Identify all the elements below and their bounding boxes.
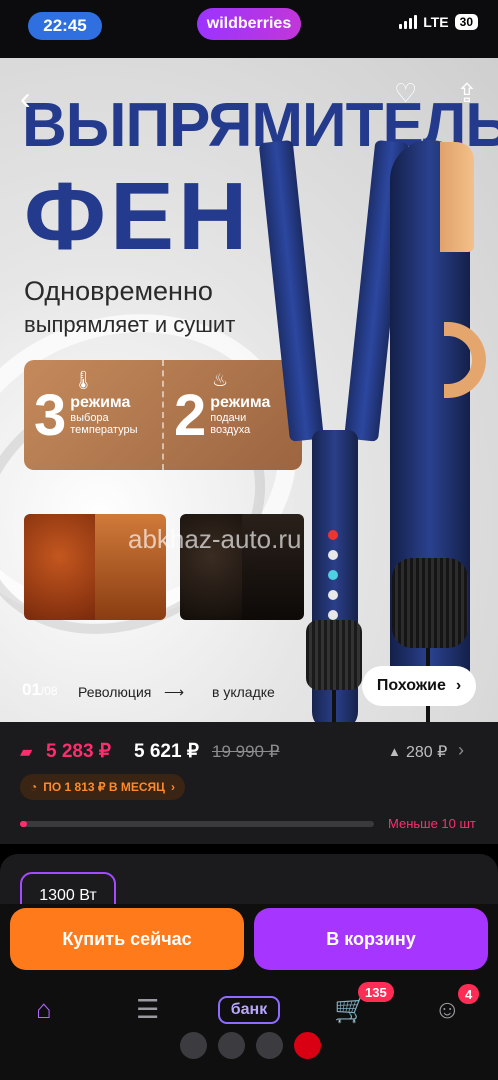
pager-current: 01: [22, 680, 41, 699]
product-gallery[interactable]: ВЫПРЯМИТЕЛЬ ФЕН Одновременно выпрямляет …: [0, 58, 498, 722]
price-old: 19 990 ₽: [212, 742, 280, 761]
hero-subtitle-line2: выпрямляет и сушит: [24, 312, 236, 337]
section-divider: [0, 844, 498, 854]
record-dot[interactable]: [294, 1032, 321, 1059]
dryer-accent: [444, 322, 486, 398]
straightener-product-image: [258, 139, 410, 722]
mode-desc: выбора: [70, 412, 109, 424]
pager-total: /08: [40, 684, 58, 698]
chevron-right-icon: ›: [170, 780, 175, 794]
control-dot[interactable]: [218, 1032, 245, 1059]
bank-tab[interactable]: банк: [218, 996, 280, 1024]
installment-badge[interactable]: ◔ ПО 1 813 ₽ В МЕСЯЦ ›: [20, 774, 185, 800]
mode-temperature: 🌡 3 режима выбора температуры: [24, 360, 162, 470]
pie-icon: ◔: [30, 780, 38, 794]
brand-logo: wildberries: [197, 8, 301, 40]
stock-progress-fill: [20, 821, 28, 827]
add-to-cart-button[interactable]: В корзину: [254, 908, 488, 970]
installment-label: ПО 1 813 ₽ В МЕСЯЦ: [43, 780, 165, 794]
buy-now-button[interactable]: Купить сейчас: [10, 908, 244, 970]
mode-desc: температуры: [70, 424, 138, 436]
control-dot[interactable]: [256, 1032, 283, 1059]
dryer-accent: [440, 142, 474, 252]
similar-label: Похожие: [376, 677, 446, 694]
price-rise[interactable]: 280 ₽: [406, 742, 447, 762]
price-section: ▰ 5 283 ₽ 5 621 ₽ 19 990 ₽ ▲ 280 ₽ › ◔ П…: [0, 722, 498, 844]
network-type: LTE: [423, 14, 449, 30]
control-dot[interactable]: [180, 1032, 207, 1059]
action-bar: Купить сейчас В корзину: [0, 904, 498, 984]
chevron-right-icon: ›: [455, 677, 462, 694]
mode-count: 3: [34, 382, 67, 448]
screen-recorder-controls: [180, 1032, 321, 1059]
wallet-icon: ▰: [20, 744, 33, 761]
price-alt: 5 621 ₽: [134, 741, 199, 762]
hero-title-line2: ФЕН: [24, 163, 252, 270]
stock-progress: [20, 821, 374, 827]
favorite-heart-icon[interactable]: ♡: [394, 78, 417, 109]
status-time: 22:45: [28, 12, 102, 40]
gallery-pager: 01/08: [22, 680, 58, 700]
menu-icon[interactable]: ☰: [136, 994, 159, 1025]
battery-icon: 30: [454, 14, 478, 30]
signal-icon: [399, 15, 418, 29]
mode-desc: воздуха: [210, 424, 251, 436]
price-up-icon: ▲: [388, 744, 401, 759]
cart-badge: 135: [358, 982, 394, 1002]
bottom-tab-bar: ⌂ ☰ банк 🛒 135 ☺ 4: [0, 982, 498, 1080]
mode-airflow: ♨ 2 режима подачи воздуха: [162, 360, 302, 470]
profile-badge: 4: [458, 984, 480, 1004]
status-bar: 22:45 wildberries LTE 30: [0, 0, 498, 58]
mode-label: режима: [70, 394, 131, 411]
stock-label: Меньше 10 шт: [388, 816, 476, 831]
profile-icon[interactable]: ☺: [434, 994, 461, 1025]
dryer-grille: [392, 558, 468, 648]
heat-waves-icon: ♨: [212, 370, 229, 390]
hero-subtitle-line1: Одновременно: [24, 276, 213, 306]
system-indicators: LTE 30: [399, 14, 478, 30]
chevron-right-icon[interactable]: ›: [458, 740, 464, 761]
caption-to: в укладке: [212, 684, 275, 700]
share-icon[interactable]: ⇪: [456, 78, 478, 109]
mode-label: режима: [210, 394, 271, 411]
back-chevron-icon[interactable]: ‹: [20, 80, 31, 117]
modes-banner: 🌡 3 режима выбора температуры ♨ 2 режима…: [24, 360, 302, 470]
home-search-icon[interactable]: ⌂: [36, 994, 52, 1025]
watermark: abkhaz-auto.ru: [128, 524, 302, 554]
mode-count: 2: [174, 382, 207, 448]
mode-desc: подачи: [210, 412, 247, 424]
thermometer-icon: 🌡: [72, 370, 95, 390]
caption-arrow: ⟶: [164, 684, 185, 700]
price-current[interactable]: 5 283 ₽: [46, 740, 111, 763]
similar-button[interactable]: Похожие ›: [362, 666, 476, 706]
caption-from: Революция: [78, 684, 152, 700]
